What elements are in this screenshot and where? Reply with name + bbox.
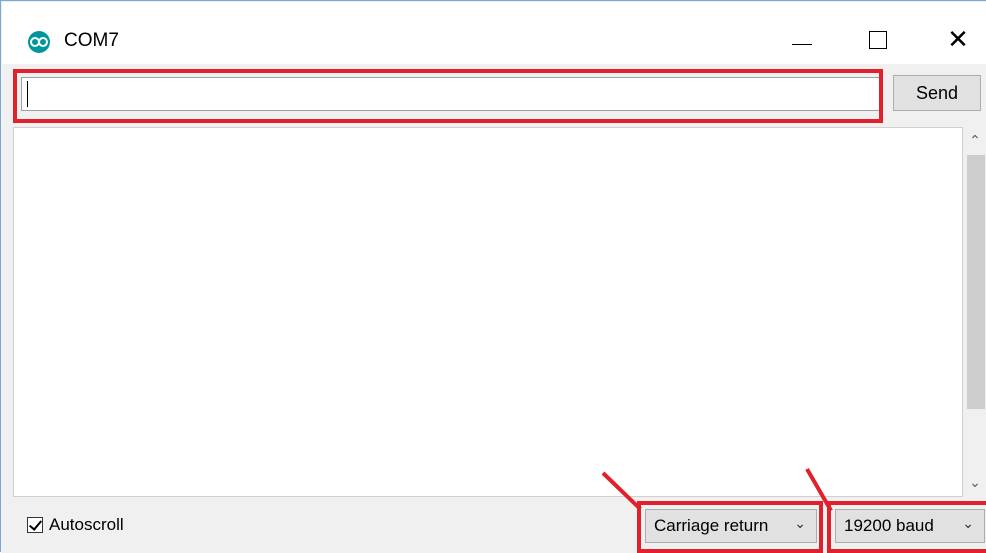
scroll-down-icon[interactable]: ⌄ [963, 471, 986, 495]
maximize-icon [869, 31, 887, 49]
close-icon: ✕ [947, 25, 969, 55]
scroll-thumb[interactable] [967, 155, 985, 409]
send-button[interactable]: Send [893, 75, 981, 111]
scroll-up-icon[interactable]: ⌃ [963, 129, 986, 153]
window-title: COM7 [64, 30, 119, 51]
vertical-scrollbar[interactable]: ⌃ ⌄ [963, 127, 986, 497]
title-bar: COM7 ✕ [2, 2, 986, 64]
serial-output [13, 127, 963, 497]
send-row: Send [1, 65, 986, 127]
autoscroll-label: Autoscroll [49, 515, 124, 534]
maximize-button[interactable] [848, 16, 908, 64]
baud-highlight-annotation [827, 501, 986, 553]
autoscroll-checkbox[interactable] [27, 517, 43, 533]
arduino-icon [28, 31, 50, 53]
input-highlight-annotation [13, 69, 883, 123]
autoscroll-toggle[interactable]: Autoscroll [27, 515, 124, 535]
minimize-button[interactable] [772, 16, 832, 64]
serial-monitor-window: COM7 ✕ Send ⌃ ⌄ Autoscroll Carriage retu… [0, 0, 986, 553]
status-bar: Autoscroll Carriage return ⌄ 19200 baud … [1, 497, 986, 553]
close-button[interactable]: ✕ [928, 16, 986, 64]
minimize-icon [792, 43, 812, 45]
line-ending-highlight-annotation [637, 501, 823, 553]
